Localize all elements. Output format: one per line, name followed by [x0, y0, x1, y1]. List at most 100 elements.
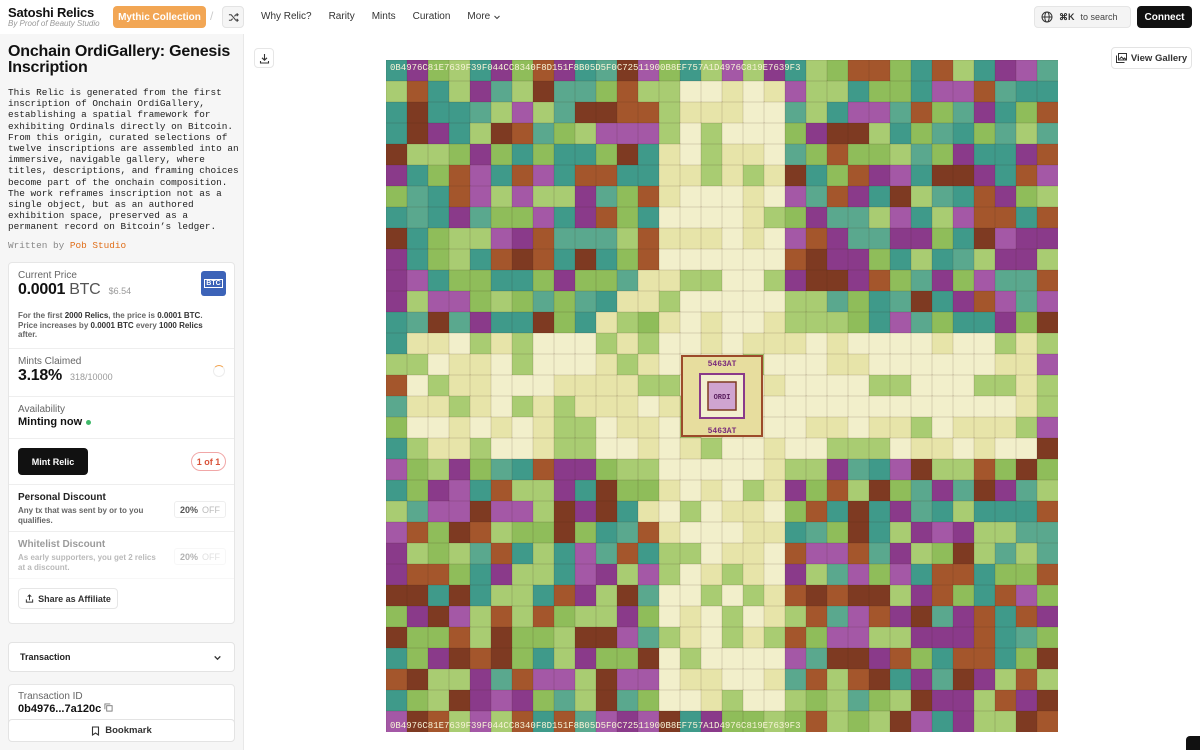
author-link[interactable]: Pob Studio	[70, 240, 126, 251]
artwork-tile	[994, 290, 1017, 313]
artwork-tile	[386, 206, 408, 229]
artwork-tile	[910, 437, 933, 460]
artwork-tile	[721, 542, 744, 565]
artwork-tile	[868, 395, 891, 418]
artwork-tile	[448, 626, 471, 649]
artwork-tile	[910, 353, 933, 376]
artwork-tile	[931, 605, 954, 628]
artwork-tile	[952, 479, 975, 502]
artwork-tile	[574, 626, 597, 649]
artwork-tile	[616, 668, 639, 691]
mythic-collection-button[interactable]: Mythic Collection	[113, 6, 206, 28]
search-button[interactable]: ⌘K to search	[1034, 6, 1131, 28]
mint-relic-button[interactable]: Mint Relic	[18, 448, 88, 475]
artwork-tile	[805, 185, 828, 208]
artwork-tile	[616, 458, 639, 481]
artwork-tile	[805, 353, 828, 376]
artwork-tile	[574, 206, 597, 229]
artwork-tile	[490, 500, 513, 523]
artwork-tile	[889, 563, 912, 586]
transaction-id-text: 0b4976...7a120c	[18, 703, 102, 715]
artwork-tile	[931, 479, 954, 502]
artwork-tile	[511, 269, 534, 292]
view-gallery-button[interactable]: View Gallery	[1111, 47, 1192, 69]
artwork-tile	[826, 227, 849, 250]
shuffle-button[interactable]	[222, 6, 244, 28]
brand-subtitle: By Proof of Beauty Studio	[8, 19, 100, 28]
artwork-tile	[931, 290, 954, 313]
chevron-down-icon	[214, 655, 221, 661]
brand[interactable]: Satoshi Relics By Proof of Beauty Studio	[8, 6, 100, 29]
artwork-tile	[1036, 437, 1058, 460]
copy-icon[interactable]	[104, 703, 113, 712]
connect-button[interactable]: Connect	[1137, 6, 1192, 28]
artwork-tile	[763, 542, 786, 565]
view-gallery-label: View Gallery	[1130, 52, 1188, 64]
transaction-accordion[interactable]: Transaction	[8, 642, 235, 672]
artwork-tile	[427, 311, 450, 334]
relic-sidebar: Onchain OrdiGallery: Genesis Inscription…	[0, 34, 244, 750]
artwork-tile	[490, 626, 513, 649]
artwork-tile	[386, 269, 408, 292]
artwork-tile	[868, 521, 891, 544]
artwork-tile	[1015, 605, 1038, 628]
artwork-tile	[826, 269, 849, 292]
artwork-tile	[532, 668, 555, 691]
artwork-tile	[763, 626, 786, 649]
artwork-tile	[826, 332, 849, 355]
corner-widget[interactable]	[1186, 736, 1200, 750]
artwork-tile	[511, 80, 534, 103]
artwork-tile	[448, 500, 471, 523]
artwork-tile	[511, 563, 534, 586]
artwork-tile	[427, 248, 450, 271]
written-by-label: Written by	[8, 240, 65, 251]
artwork-tile	[469, 689, 492, 712]
artwork-tile	[763, 668, 786, 691]
artwork-tile	[1015, 248, 1038, 271]
artwork-tile	[805, 143, 828, 166]
download-button[interactable]	[254, 48, 274, 68]
artwork-tile	[889, 122, 912, 145]
artwork-tile	[1015, 290, 1038, 313]
artwork-tile	[1015, 479, 1038, 502]
nav-curation[interactable]: Curation	[413, 11, 451, 22]
artwork-tile	[847, 710, 870, 732]
artwork-tile	[406, 227, 429, 250]
artwork-tile	[763, 437, 786, 460]
artwork-tile	[637, 479, 660, 502]
artwork-tile	[574, 437, 597, 460]
artwork-tile	[511, 584, 534, 607]
nav-more[interactable]: More	[467, 11, 501, 22]
artwork-tile	[658, 332, 681, 355]
artwork-tile	[448, 668, 471, 691]
artwork-tile	[952, 584, 975, 607]
artwork-tile	[658, 521, 681, 544]
artwork-tile	[1015, 437, 1038, 460]
artwork-tile	[406, 248, 429, 271]
artwork-tile	[973, 143, 996, 166]
artwork-tile	[889, 479, 912, 502]
artwork-tile	[532, 311, 555, 334]
nav-why-relic[interactable]: Why Relic?	[261, 11, 312, 22]
nav-mints[interactable]: Mints	[372, 11, 396, 22]
artwork-tile	[742, 626, 765, 649]
artwork-tile	[1036, 416, 1058, 439]
artwork-tile	[847, 395, 870, 418]
nav-rarity[interactable]: Rarity	[329, 11, 355, 22]
artwork-tile	[386, 164, 408, 187]
bookmark-button[interactable]: Bookmark	[8, 719, 235, 742]
mint-quantity[interactable]: 1 of 1	[191, 452, 226, 471]
artwork-tile	[742, 479, 765, 502]
artwork-tile	[889, 395, 912, 418]
artwork-tile	[763, 143, 786, 166]
artwork-tile	[763, 269, 786, 292]
artwork-tile	[826, 605, 849, 628]
artwork-tile	[427, 584, 450, 607]
artwork-tile	[721, 101, 744, 124]
artwork-tile	[637, 227, 660, 250]
share-affiliate-button[interactable]: Share as Affiliate	[18, 588, 118, 609]
artwork-tile	[868, 227, 891, 250]
artwork-tile	[679, 542, 702, 565]
main-nav: Why Relic? Rarity Mints Curation More	[261, 11, 501, 22]
artwork-tile	[469, 374, 492, 397]
